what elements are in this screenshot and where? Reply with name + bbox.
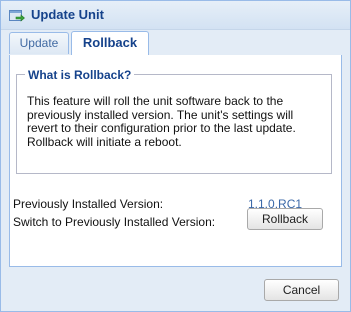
tab-update[interactable]: Update [9,32,69,54]
tab-rollback[interactable]: Rollback [71,31,149,55]
cancel-button[interactable]: Cancel [264,279,339,301]
update-arrow-icon [9,8,25,22]
rollback-button[interactable]: Rollback [247,208,323,230]
update-unit-dialog: Update Unit Update Rollback What is Roll… [0,0,351,312]
section-title: What is Rollback? [25,68,135,82]
tab-strip: Update Rollback [9,30,342,56]
rollback-description: This feature will roll the unit software… [27,94,296,149]
dialog-title: Update Unit [31,7,104,22]
switch-version-label: Switch to Previously Installed Version: [13,215,216,229]
dialog-titlebar: Update Unit [1,1,350,30]
previous-version-label: Previously Installed Version: [13,197,164,211]
